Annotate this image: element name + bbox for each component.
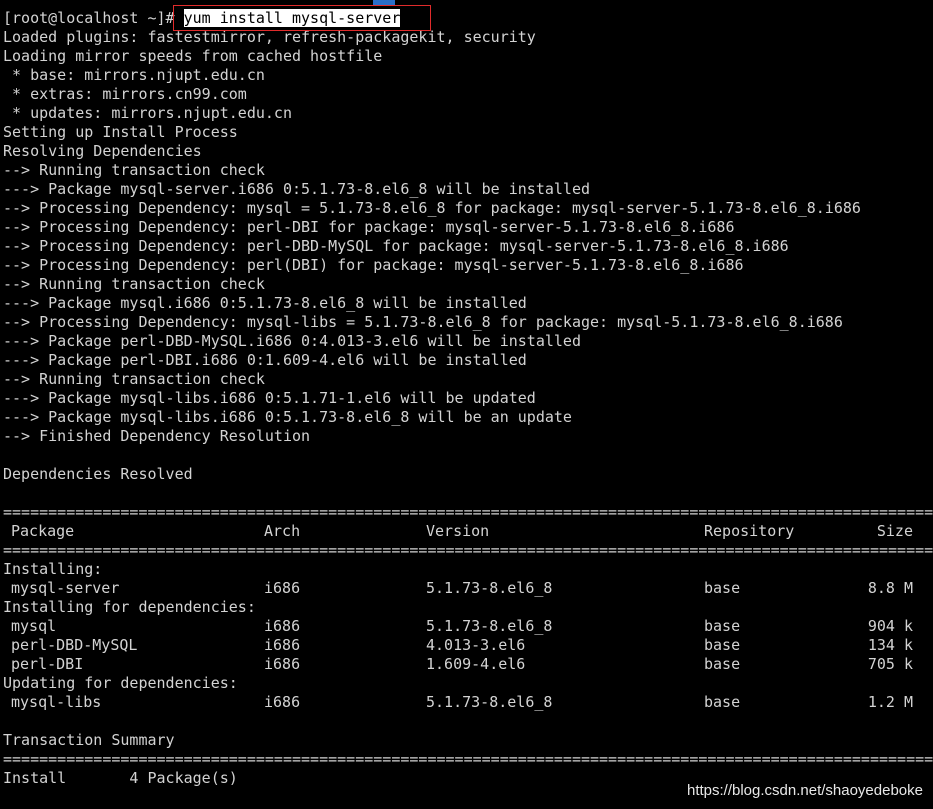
cell-size: 705 k xyxy=(867,655,913,673)
watermark-url: https://blog.csdn.net/shaoyedeboke xyxy=(686,782,923,799)
cell-repository: base xyxy=(704,579,741,597)
cell-arch: i686 xyxy=(264,617,301,635)
output-line: Setting up Install Process xyxy=(3,123,238,141)
cell-package: mysql-libs xyxy=(11,693,102,711)
output-line: * base: mirrors.njupt.edu.cn xyxy=(3,66,265,84)
cell-version: 5.1.73-8.el6_8 xyxy=(426,617,553,635)
shell-prompt: [root@localhost ~]# xyxy=(3,9,175,27)
section-title: Installing: xyxy=(3,560,103,578)
cell-arch: i686 xyxy=(264,636,301,654)
output-line: * extras: mirrors.cn99.com xyxy=(3,85,247,103)
cell-repository: base xyxy=(704,693,741,711)
cell-package: perl-DBI xyxy=(11,655,84,673)
cell-repository: base xyxy=(704,617,741,635)
cell-arch: i686 xyxy=(264,693,301,711)
header-arch: Arch xyxy=(264,522,301,540)
cell-version: 5.1.73-8.el6_8 xyxy=(426,693,553,711)
output-line: ---> Package mysql.i686 0:5.1.73-8.el6_8… xyxy=(3,294,527,312)
table-rule-summary: ========================================… xyxy=(3,750,933,768)
table-header-row: Package Arch Version Repository Size xyxy=(3,522,933,541)
transaction-summary-title: Transaction Summary xyxy=(3,731,175,749)
cell-arch: i686 xyxy=(264,579,301,597)
command-highlight-box xyxy=(173,5,431,31)
output-line: ---> Package mysql-server.i686 0:5.1.73-… xyxy=(3,180,590,198)
cell-package: mysql-server xyxy=(11,579,120,597)
header-size: Size xyxy=(876,522,913,540)
table-rule-header: ========================================… xyxy=(3,541,933,559)
table-row: mysql-server i686 5.1.73-8.el6_8 base 8.8 M xyxy=(3,579,933,598)
cell-version: 1.609-4.el6 xyxy=(426,655,526,673)
command-output: Loaded plugins: fastestmirror, refresh-p… xyxy=(3,28,933,503)
cell-package: perl-DBD-MySQL xyxy=(11,636,138,654)
output-line: --> Processing Dependency: mysql-libs = … xyxy=(3,313,843,331)
output-line: ---> Package mysql-libs.i686 0:5.1.73-8.… xyxy=(3,408,572,426)
section-title: Updating for dependencies: xyxy=(3,674,238,692)
table-row: perl-DBD-MySQL i686 4.013-3.el6 base 134 k xyxy=(3,636,933,655)
section-title: Installing for dependencies: xyxy=(3,598,256,616)
header-package: Package xyxy=(11,522,75,540)
output-line: Resolving Dependencies xyxy=(3,142,202,160)
table-row: perl-DBI i686 1.609-4.el6 base 705 k xyxy=(3,655,933,674)
output-line: --> Running transaction check xyxy=(3,161,265,179)
cell-version: 4.013-3.el6 xyxy=(426,636,526,654)
package-table-body: Installing: mysql-server i686 5.1.73-8.el6_… xyxy=(3,560,933,712)
cell-size: 8.8 M xyxy=(867,579,913,597)
cell-version: 5.1.73-8.el6_8 xyxy=(426,579,553,597)
terminal-window[interactable]: [root@localhost ~]# yum install mysql-se… xyxy=(3,9,933,788)
output-line: --> Processing Dependency: mysql = 5.1.7… xyxy=(3,199,861,217)
table-row: mysql-libs i686 5.1.73-8.el6_8 base 1.2 M xyxy=(3,693,933,712)
output-line: ---> Package mysql-libs.i686 0:5.1.71-1.… xyxy=(3,389,536,407)
output-line: Loading mirror speeds from cached hostfi… xyxy=(3,47,383,65)
cell-size: 904 k xyxy=(867,617,913,635)
cell-size: 134 k xyxy=(867,636,913,654)
output-line: ---> Package perl-DBD-MySQL.i686 0:4.013… xyxy=(3,332,581,350)
table-rule-top: ========================================… xyxy=(3,503,933,521)
output-line: --> Running transaction check xyxy=(3,275,265,293)
header-version: Version xyxy=(426,522,490,540)
output-line: --> Finished Dependency Resolution xyxy=(3,427,311,445)
output-line: --> Running transaction check xyxy=(3,370,265,388)
table-row: mysql i686 5.1.73-8.el6_8 base 904 k xyxy=(3,617,933,636)
prompt-line: [root@localhost ~]# yum install mysql-se… xyxy=(3,9,933,28)
output-line: * updates: mirrors.njupt.edu.cn xyxy=(3,104,292,122)
output-line: ---> Package perl-DBI.i686 0:1.609-4.el6… xyxy=(3,351,527,369)
cell-arch: i686 xyxy=(264,655,301,673)
header-repository: Repository xyxy=(704,522,795,540)
cell-size: 1.2 M xyxy=(867,693,913,711)
output-line: --> Processing Dependency: perl-DBI for … xyxy=(3,218,735,236)
cell-repository: base xyxy=(704,655,741,673)
cell-repository: base xyxy=(704,636,741,654)
output-line: Dependencies Resolved xyxy=(3,465,193,483)
output-line: Loaded plugins: fastestmirror, refresh-p… xyxy=(3,28,536,46)
output-line: --> Processing Dependency: perl-DBD-MySQ… xyxy=(3,237,789,255)
cell-package: mysql xyxy=(11,617,57,635)
output-line: --> Processing Dependency: perl(DBI) for… xyxy=(3,256,744,274)
